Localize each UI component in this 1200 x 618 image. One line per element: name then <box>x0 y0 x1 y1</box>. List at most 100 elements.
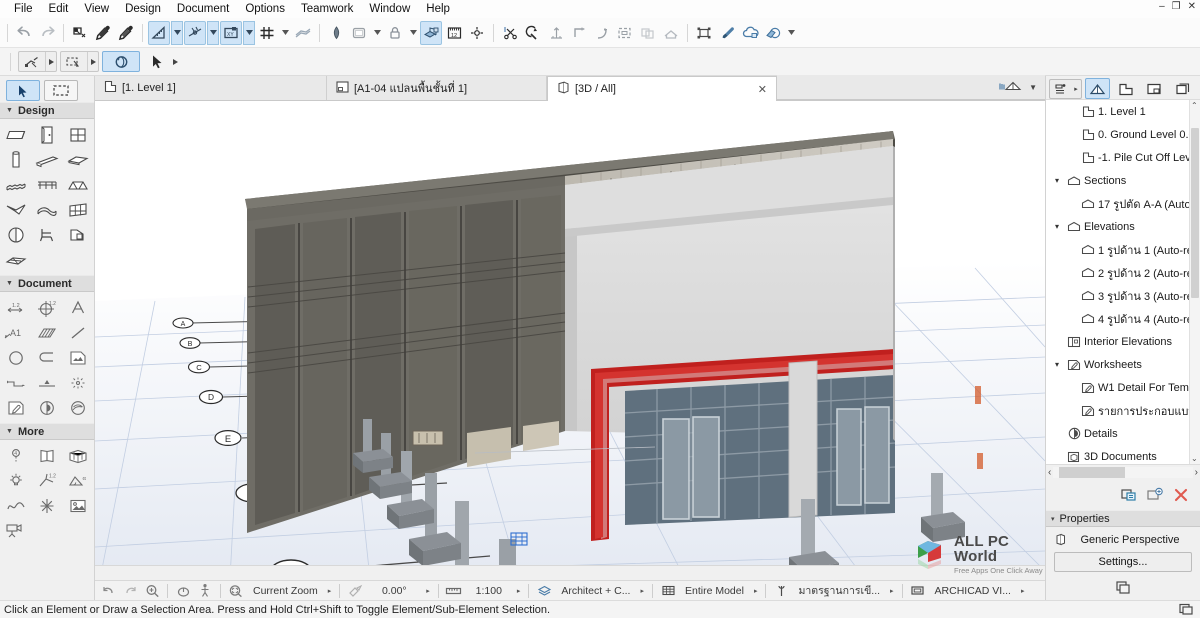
tree-item[interactable]: 1 รูปด้าน 1 (Auto-reb <box>1046 238 1200 261</box>
rotation-angle-arrow[interactable]: ▸ <box>423 587 433 595</box>
partial-structure-value[interactable]: Entire Model <box>680 585 749 597</box>
tree-item[interactable]: 1. Level 1 <box>1046 100 1200 123</box>
tree-item[interactable]: 0. Ground Level 0.0 <box>1046 123 1200 146</box>
model-view-options-arrow[interactable]: ▸ <box>1018 587 1028 595</box>
ruler-dim-icon[interactable]: 12 <box>443 21 465 45</box>
pen-set-arrow[interactable]: ▸ <box>887 587 897 595</box>
tab-level-1[interactable]: [1. Level 1] <box>95 76 327 100</box>
tree-item[interactable]: Interior Elevations <box>1046 330 1200 353</box>
navigator-settings-arrow[interactable]: ▸ <box>1071 85 1081 93</box>
tree-twisty[interactable]: ▾ <box>1050 176 1064 185</box>
shell-tool[interactable] <box>32 197 63 222</box>
fill-square-icon[interactable] <box>348 21 370 45</box>
fillet-icon[interactable] <box>591 21 613 45</box>
tab-layout-a1-04[interactable]: [A1-04 แปลนพื้นชั้นที่ 1] <box>327 76 547 100</box>
fit-window-icon[interactable] <box>226 583 246 599</box>
coordinate-icon[interactable]: XY <box>220 21 242 45</box>
structure-icon[interactable] <box>658 583 678 599</box>
navigator-tree[interactable]: 1. Level 10. Ground Level 0.0-1. Pile Cu… <box>1046 100 1200 464</box>
label-a1-icon[interactable]: A1 <box>1 320 32 345</box>
line-icon[interactable] <box>62 320 93 345</box>
figure-image-icon[interactable] <box>62 345 93 370</box>
scissors-icon[interactable] <box>499 21 521 45</box>
layer-combination-arrow[interactable]: ▸ <box>637 587 647 595</box>
eyedropper-icon[interactable] <box>92 21 114 45</box>
close-button[interactable]: ✕ <box>1188 2 1196 12</box>
navigator-settings[interactable]: ▸ <box>1049 79 1082 99</box>
snap-dropdown[interactable] <box>207 21 219 45</box>
close-icon[interactable]: ✕ <box>742 83 767 96</box>
maximize-button[interactable]: ❐ <box>1172 2 1181 12</box>
tree-item[interactable]: 3 รูปด้าน 3 (Auto-reb <box>1046 284 1200 307</box>
3d-viewport[interactable]: A B C D E F G <box>95 101 1045 565</box>
pen-set-icon[interactable] <box>771 583 791 599</box>
tree-vertical-scrollbar[interactable]: ⌃ ⌄ <box>1189 100 1200 464</box>
hscroll-left-arrow[interactable]: ‹ <box>1048 467 1051 478</box>
zone-tool[interactable] <box>1 222 32 247</box>
tree-item[interactable]: Details <box>1046 422 1200 445</box>
forward-arrow-icon[interactable] <box>120 583 140 599</box>
menu-item-view[interactable]: View <box>76 0 117 18</box>
grid-hash-icon[interactable] <box>256 21 278 45</box>
current-zoom-arrow[interactable]: ▸ <box>325 587 335 595</box>
menu-item-help[interactable]: Help <box>418 0 458 18</box>
arrow-dropdown[interactable] <box>170 52 181 71</box>
menu-item-file[interactable]: File <box>6 0 41 18</box>
menu-item-window[interactable]: Window <box>361 0 418 18</box>
tree-item[interactable]: ▾Worksheets <box>1046 353 1200 376</box>
selection-icon[interactable] <box>69 21 91 45</box>
cloud-icon[interactable] <box>739 21 761 45</box>
hscroll-right-arrow[interactable]: › <box>1195 467 1198 478</box>
triangle-ruler-dropdown[interactable] <box>171 21 183 45</box>
show-3d-icon[interactable] <box>1119 485 1139 505</box>
rotation-angle-value[interactable]: 0.00° <box>367 585 421 597</box>
arrow-pointer-icon[interactable] <box>143 51 182 72</box>
menu-item-edit[interactable]: Edit <box>41 0 77 18</box>
walk-person-icon[interactable] <box>195 583 215 599</box>
tree-item[interactable]: ▾Sections <box>1046 169 1200 192</box>
paintbrush-icon[interactable] <box>716 21 738 45</box>
publisher-tab[interactable] <box>1169 78 1194 99</box>
tree-scroll-thumb[interactable] <box>1191 128 1199 298</box>
radial-dimension-icon[interactable]: 1.2 <box>32 295 63 320</box>
back-arrow-icon[interactable] <box>98 583 118 599</box>
undo-icon[interactable] <box>13 21 35 45</box>
picture-icon[interactable] <box>62 493 93 518</box>
menu-item-options[interactable]: Options <box>237 0 293 18</box>
menu-item-teamwork[interactable]: Teamwork <box>293 0 361 18</box>
triangle-ruler-icon[interactable] <box>148 21 170 45</box>
scroll-up-arrow[interactable]: ⌃ <box>1191 101 1198 110</box>
render-dropdown[interactable] <box>785 21 797 45</box>
angular-dim-icon[interactable]: 1.2 <box>32 468 63 493</box>
settings-button[interactable]: Settings... <box>1054 552 1192 572</box>
syringe-icon[interactable] <box>115 21 137 45</box>
multiply-icon[interactable] <box>637 21 659 45</box>
partial-structure-arrow[interactable]: ▸ <box>751 587 761 595</box>
interior-elevation-icon[interactable] <box>62 370 93 395</box>
properties-header[interactable]: ▾ Properties <box>1046 510 1200 527</box>
lock-icon[interactable] <box>384 21 406 45</box>
render-icon[interactable] <box>762 21 784 45</box>
drafting-icon[interactable] <box>292 21 314 45</box>
grid-element-icon[interactable] <box>62 443 93 468</box>
wall-tool[interactable] <box>1 122 32 147</box>
layout-book-tab[interactable] <box>1141 78 1166 99</box>
curtain-wall-tool[interactable] <box>62 197 93 222</box>
panel-toggle-icon[interactable] <box>1178 602 1194 618</box>
tree-item[interactable]: W1 Detail For Temp <box>1046 376 1200 399</box>
beam-tool[interactable] <box>32 147 63 172</box>
tree-horizontal-scrollbar[interactable]: ‹ › <box>1046 464 1200 480</box>
pen-icon[interactable] <box>325 21 347 45</box>
orbit-icon[interactable] <box>102 51 140 72</box>
worksheet-icon[interactable] <box>1 395 32 420</box>
marquee-tool[interactable] <box>44 80 78 101</box>
marquee-dashed-icon[interactable] <box>60 51 99 72</box>
skylight-icon[interactable] <box>62 222 93 247</box>
model-view-icon[interactable] <box>908 583 928 599</box>
new-view-icon[interactable] <box>1145 485 1165 505</box>
grid-dropdown[interactable] <box>279 21 291 45</box>
menu-item-design[interactable]: Design <box>117 0 169 18</box>
tree-item[interactable]: 3D Documents <box>1046 445 1200 464</box>
mesh-tool[interactable] <box>1 247 32 272</box>
tree-item[interactable]: -1. Pile Cut Off Leve <box>1046 146 1200 169</box>
